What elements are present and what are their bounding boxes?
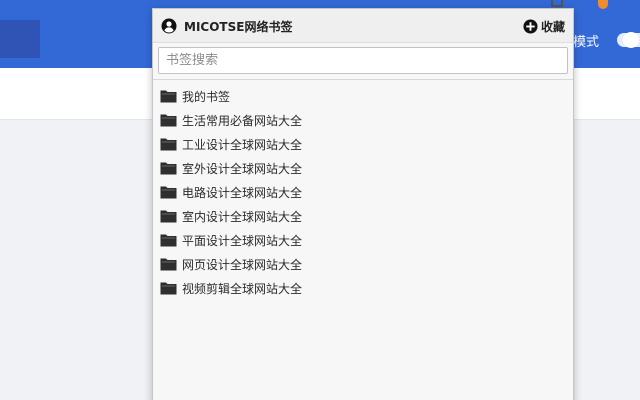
add-bookmark-label: 收藏 bbox=[540, 19, 565, 34]
folder-item[interactable]: 平面设计全球网站大全 bbox=[153, 228, 573, 252]
folder-label: 平面设计全球网站大全 bbox=[182, 233, 303, 248]
folder-icon bbox=[160, 186, 177, 199]
folder-label: 工业设计全球网站大全 bbox=[182, 137, 303, 152]
popup-title: MICOTSE网络书签 bbox=[184, 20, 293, 34]
search-bar bbox=[153, 43, 573, 80]
folder-icon bbox=[160, 162, 177, 175]
folder-icon bbox=[160, 234, 177, 247]
folder-item[interactable]: 视频剪辑全球网站大全 bbox=[153, 276, 573, 300]
mode-toggle[interactable] bbox=[617, 32, 640, 48]
folder-label: 视频剪辑全球网站大全 bbox=[182, 281, 303, 296]
folder-item[interactable]: 生活常用必备网站大全 bbox=[153, 108, 573, 132]
folder-label: 生活常用必备网站大全 bbox=[182, 113, 303, 128]
folder-icon bbox=[160, 258, 177, 271]
folder-item[interactable]: 电路设计全球网站大全 bbox=[153, 180, 573, 204]
folder-label: 我的书签 bbox=[182, 89, 231, 104]
bookmark-popup: MICOTSE网络书签 收藏 我的书签 生活常用必备网站大全 工业设计全球网站大… bbox=[152, 8, 574, 400]
folder-list: 我的书签 生活常用必备网站大全 工业设计全球网站大全 室外设计全球网站大全 电路… bbox=[153, 80, 573, 300]
folder-icon bbox=[160, 282, 177, 295]
background-logo bbox=[0, 20, 40, 58]
plus-circle-icon bbox=[523, 18, 538, 34]
folder-item[interactable]: 网页设计全球网站大全 bbox=[153, 252, 573, 276]
folder-label: 室外设计全球网站大全 bbox=[182, 161, 303, 176]
folder-icon bbox=[160, 138, 177, 151]
folder-label: 电路设计全球网站大全 bbox=[182, 185, 303, 200]
add-bookmark-button[interactable]: 收藏 bbox=[523, 17, 565, 35]
user-circle-icon[interactable] bbox=[161, 18, 177, 34]
folder-label: 室内设计全球网站大全 bbox=[182, 209, 303, 224]
search-input[interactable] bbox=[158, 47, 568, 74]
folder-label: 网页设计全球网站大全 bbox=[182, 257, 303, 272]
popup-header: MICOTSE网络书签 收藏 bbox=[153, 9, 573, 43]
mode-label: 模式 bbox=[573, 35, 600, 50]
folder-icon bbox=[160, 210, 177, 223]
toggle-knob bbox=[623, 32, 639, 48]
folder-item[interactable]: 我的书签 bbox=[153, 84, 573, 108]
folder-item[interactable]: 室内设计全球网站大全 bbox=[153, 204, 573, 228]
folder-icon bbox=[160, 114, 177, 127]
folder-item[interactable]: 室外设计全球网站大全 bbox=[153, 156, 573, 180]
folder-icon bbox=[160, 90, 177, 103]
browser-toolbar-icon[interactable] bbox=[551, 0, 563, 7]
folder-item[interactable]: 工业设计全球网站大全 bbox=[153, 132, 573, 156]
